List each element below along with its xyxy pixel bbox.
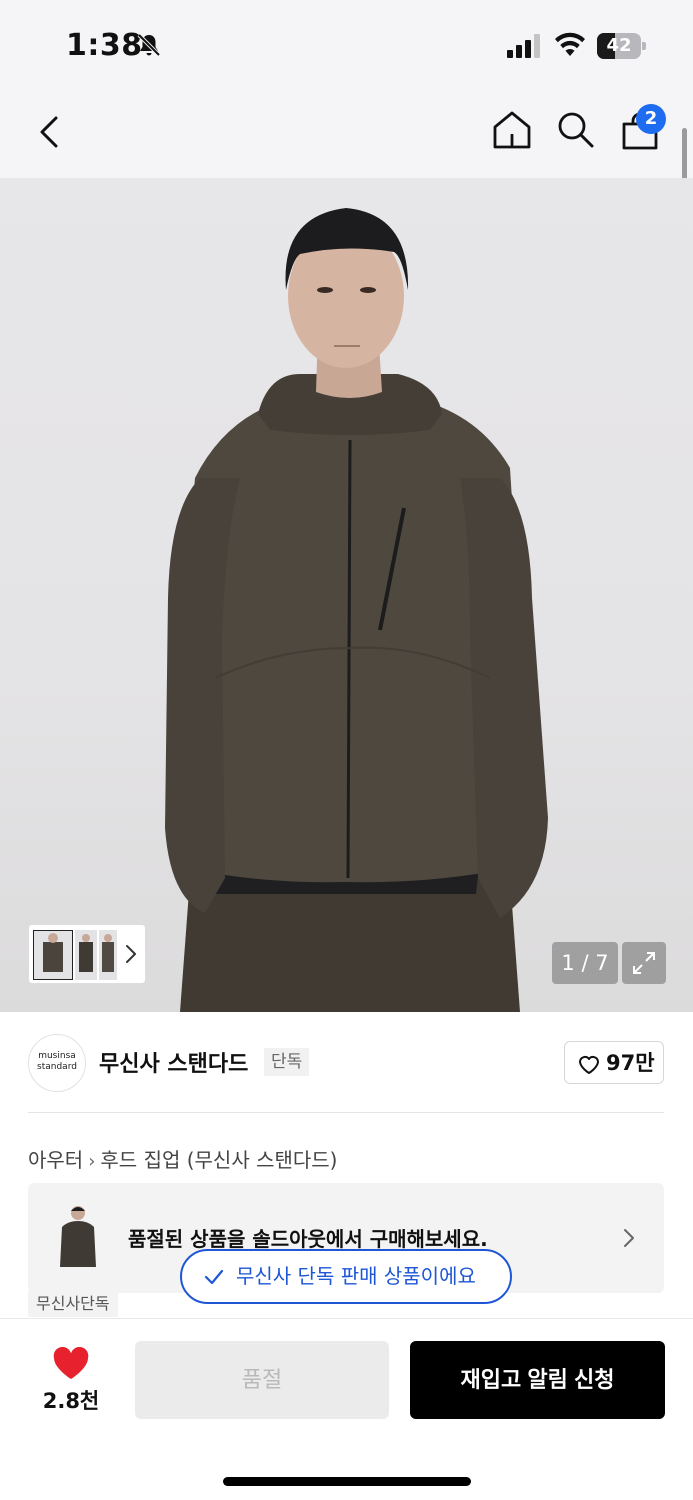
battery-icon: 42 [597,33,647,59]
breadcrumb-category[interactable]: 아우터 [28,1148,83,1172]
product-photo [165,208,548,1012]
exclusive-sale-toast: 무신사 단독 판매 상품이에요 [180,1249,512,1304]
exclusive-tag: 단독 [264,1048,310,1076]
chevron-right-icon: › [88,1151,96,1172]
chevron-right-icon [624,1229,634,1247]
divider [28,1112,664,1113]
bell-mute-icon [137,33,161,57]
thumbnail-1[interactable] [33,930,73,980]
heart-filled-icon[interactable] [52,1347,90,1381]
check-icon [204,1269,224,1285]
cellular-signal-icon [507,34,540,58]
search-icon[interactable] [554,108,598,152]
breadcrumb: 아우터 › 후드 집업 (무신사 스탠다드) [28,1144,337,1173]
banner-product-thumbnail [48,1201,108,1275]
product-image-gallery[interactable]: 1 / 7 [0,178,693,1012]
thumbnail-3[interactable] [99,930,117,980]
status-time: 1:38 [66,28,143,63]
battery-level: 42 [606,35,632,56]
toast-text: 무신사 단독 판매 상품이에요 [236,1264,476,1288]
image-counter: 1 / 7 [552,942,618,984]
store-label: 무신사단독 [28,1291,118,1317]
bottom-action-bar: 2.8천 품절 재입고 알림 신청 [0,1318,693,1500]
brand-name[interactable]: 무신사 스탠다드 [99,1046,248,1078]
soldout-banner-text: 품절된 상품을 솔드아웃에서 구매해보세요. [128,1227,488,1251]
brand-like-button[interactable]: 97만 [564,1041,664,1084]
home-indicator [223,1477,471,1486]
wish-count: 2.8천 [42,1389,100,1413]
wifi-icon [555,32,585,56]
expand-icon [633,952,655,974]
cart-count-badge: 2 [636,104,666,134]
breadcrumb-subcategory[interactable]: 후드 집업 (무신사 스탠다드) [100,1148,337,1172]
expand-button[interactable] [622,942,666,984]
brand-logo-line1: musinsa [38,1051,76,1061]
thumbnail-2[interactable] [75,930,97,980]
heart-outline-icon [579,1055,599,1074]
back-chevron-icon[interactable] [30,110,70,154]
brand-logo-line2: standard [37,1062,77,1072]
restock-alert-button[interactable]: 재입고 알림 신청 [410,1341,665,1419]
brand-like-count: 97만 [606,1051,655,1075]
top-nav-bar: 2 [0,90,693,178]
home-icon[interactable] [490,108,534,152]
soldout-button[interactable]: 품절 [135,1341,389,1419]
thumbnail-strip[interactable] [28,924,146,984]
brand-logo[interactable]: musinsa standard [28,1034,86,1092]
status-bar: 1:38 42 [0,0,693,90]
chevron-right-icon[interactable] [124,942,138,966]
